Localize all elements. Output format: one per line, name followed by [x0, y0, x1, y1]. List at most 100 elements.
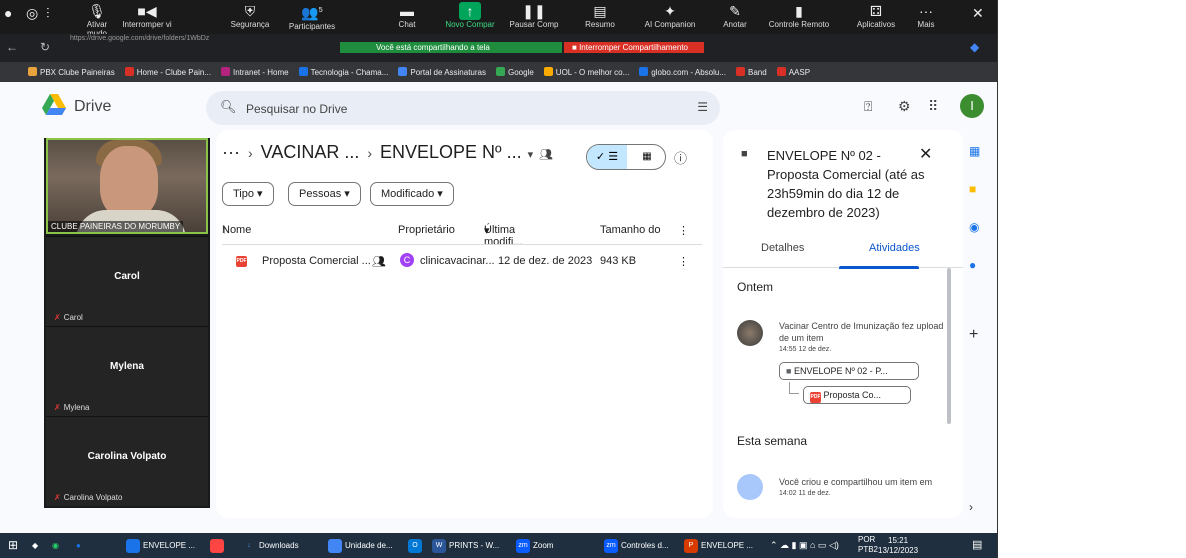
- scrollbar[interactable]: [947, 268, 951, 424]
- language-indicator[interactable]: POR PTB2: [858, 535, 878, 558]
- participant-tile[interactable]: Mylena ✗ Mylena: [46, 326, 208, 416]
- bookmarks-bar: PBX Clube Paineiras Home - Clube Pain...…: [0, 62, 997, 82]
- help-icon[interactable]: ⍰: [864, 98, 872, 115]
- url-bar[interactable]: https://drive.google.com/drive/folders/1…: [70, 35, 209, 42]
- filter-type-chip[interactable]: Tipo ▾: [222, 182, 274, 206]
- stop-video-button[interactable]: ■◀ Interromper vi: [120, 2, 174, 29]
- bookmark-item[interactable]: PBX Clube Paineiras: [28, 67, 115, 77]
- breadcrumb-current[interactable]: ENVELOPE Nº ...: [380, 142, 522, 162]
- zoom-view-icon[interactable]: ◎: [26, 4, 38, 22]
- more-vert-icon[interactable]: ⋮: [678, 224, 689, 237]
- apps-grid-icon[interactable]: ⠿: [928, 98, 938, 115]
- taskbar-item[interactable]: W PRINTS - W...: [432, 533, 499, 558]
- system-tray[interactable]: ⌃ ☁ ▮ ▣ ⌂ ▭ ◁): [770, 533, 839, 558]
- taskbar-item[interactable]: zm Controles d...: [604, 533, 669, 558]
- apps-button[interactable]: ⚃ Aplicativos: [854, 2, 898, 29]
- annotate-button[interactable]: ✎ Anotar: [720, 2, 750, 29]
- participant-label: ✗ Mylena: [54, 403, 90, 412]
- bookmark-item[interactable]: Tecnologia - Chama...: [298, 67, 388, 77]
- activity-file-chip[interactable]: PDF Proposta Co...: [803, 386, 911, 404]
- filter-people-chip[interactable]: Pessoas ▾: [288, 182, 361, 206]
- table-row[interactable]: PDF Proposta Comercial ... 👥︎ C clinicav…: [222, 248, 702, 276]
- widgets-icon[interactable]: ◆: [32, 533, 38, 558]
- whatsapp-icon[interactable]: ◉: [52, 533, 59, 558]
- new-share-button[interactable]: ↑ Novo Compar: [440, 2, 500, 29]
- self-video[interactable]: CLUBE PAINEIRAS DO MORUMBY: [46, 138, 208, 234]
- pause-share-button[interactable]: ❚❚ Pausar Comp: [508, 2, 560, 29]
- add-icon[interactable]: +: [969, 326, 978, 344]
- participant-label: ✗ Carol: [54, 313, 83, 322]
- row-more-icon[interactable]: ⋮: [678, 255, 689, 268]
- bookmark-item[interactable]: Intranet - Home: [220, 67, 289, 77]
- tasks-icon[interactable]: ◉: [969, 220, 979, 234]
- clock[interactable]: 15:21 13/12/2023: [878, 536, 918, 556]
- more-button[interactable]: ··· Mais: [914, 2, 938, 29]
- bookmark-item[interactable]: UOL - O melhor co...: [543, 67, 629, 77]
- chevron-right-icon[interactable]: ›: [969, 500, 973, 514]
- bookmark-icon: [736, 67, 746, 76]
- search-input[interactable]: 🔍︎ Pesquisar no Drive ☰: [206, 91, 720, 125]
- taskbar-item[interactable]: ENVELOPE ...: [126, 533, 195, 558]
- participant-tile[interactable]: Carolina Volpato ✗ Carolina Volpato: [46, 416, 208, 506]
- shared-folder-icon: ■: [741, 148, 748, 160]
- bookmark-item[interactable]: globo.com - Absolu...: [639, 67, 726, 77]
- bookmark-item[interactable]: Google: [496, 67, 534, 77]
- shared-people-icon[interactable]: 👥︎: [539, 149, 553, 161]
- activity-folder-chip[interactable]: ■ ENVELOPE Nº 02 - P...: [779, 362, 919, 380]
- notifications-icon[interactable]: ▤: [972, 533, 982, 558]
- column-owner[interactable]: Proprietário: [398, 224, 455, 236]
- ai-companion-button[interactable]: ✦ AI Companion: [640, 2, 700, 29]
- participants-button[interactable]: 👥5 Participantes: [282, 2, 342, 31]
- mute-button[interactable]: 🎙Ativar mudo: [76, 2, 118, 38]
- reload-icon[interactable]: ↻: [40, 40, 50, 54]
- taskbar-item[interactable]: P ENVELOPE ...: [684, 533, 753, 558]
- avatar[interactable]: I: [960, 94, 984, 118]
- chat-button[interactable]: ▬ Chat: [392, 2, 422, 29]
- contacts-icon[interactable]: ●: [969, 258, 976, 272]
- filter-options-icon[interactable]: ☰: [697, 100, 708, 114]
- word-icon: W: [432, 538, 446, 553]
- calendar-icon[interactable]: ▦: [969, 144, 980, 158]
- security-button[interactable]: ⛨ Segurança: [230, 2, 270, 29]
- grid-view-button[interactable]: ▦: [627, 145, 665, 169]
- arrow-up-icon: ↑: [222, 224, 228, 236]
- bookmark-item[interactable]: Band: [736, 67, 767, 77]
- back-icon[interactable]: ←: [6, 40, 18, 54]
- download-icon: ↓: [247, 541, 251, 549]
- gear-icon[interactable]: ⚙: [898, 98, 911, 115]
- tab-activity[interactable]: Atividades: [869, 242, 920, 254]
- zoom-controls-icon: zm: [604, 538, 618, 553]
- taskbar-outlook[interactable]: O: [408, 533, 425, 558]
- chevron-down-icon[interactable]: ▾: [528, 149, 534, 161]
- close-details-icon[interactable]: ✕: [919, 144, 932, 164]
- info-icon[interactable]: ⓘ: [674, 148, 687, 167]
- taskbar-item[interactable]: ↓ Downloads: [242, 533, 298, 558]
- remote-control-button[interactable]: ▮ Controle Remoto: [768, 2, 830, 29]
- drive-logo-icon[interactable]: [42, 94, 66, 116]
- apps-icon: ⚃: [869, 3, 883, 19]
- more-path-icon[interactable]: ···: [222, 142, 240, 162]
- extension-icon[interactable]: ◆: [970, 40, 979, 54]
- column-modified[interactable]: Última modifi... ▾: [484, 224, 523, 248]
- taskbar-item[interactable]: zm Zoom: [516, 533, 553, 558]
- filter-modified-chip[interactable]: Modificado ▾: [370, 182, 454, 206]
- bookmark-item[interactable]: Portal de Assinaturas: [398, 67, 486, 77]
- summary-button[interactable]: ▤ Resumo: [580, 2, 620, 29]
- breadcrumb-item[interactable]: VACINAR ...: [261, 142, 360, 162]
- zoom-avatar-icon[interactable]: ●: [4, 4, 12, 22]
- bookmark-item[interactable]: Home - Clube Pain...: [124, 67, 211, 77]
- list-view-button[interactable]: ✓ ☰: [587, 145, 627, 169]
- edge-icon[interactable]: ●: [76, 533, 81, 558]
- windows-start-icon[interactable]: ⊞: [8, 533, 18, 558]
- taskbar-chrome[interactable]: [210, 533, 227, 558]
- keep-icon[interactable]: ■: [969, 182, 976, 196]
- taskbar-item[interactable]: Unidade de...: [328, 533, 393, 558]
- close-icon[interactable]: ✕: [972, 4, 984, 22]
- drive-title[interactable]: Drive: [74, 98, 111, 116]
- bookmark-item[interactable]: AASP: [776, 67, 810, 77]
- stop-sharing-button[interactable]: ■ Interromper Compartilhamento: [564, 42, 704, 53]
- column-size[interactable]: Tamanho do: [600, 224, 661, 236]
- tab-details[interactable]: Detalhes: [761, 242, 804, 254]
- participant-tile[interactable]: Carol ✗ Carol: [46, 236, 208, 326]
- zoom-pin-icon[interactable]: ⫶: [46, 4, 50, 22]
